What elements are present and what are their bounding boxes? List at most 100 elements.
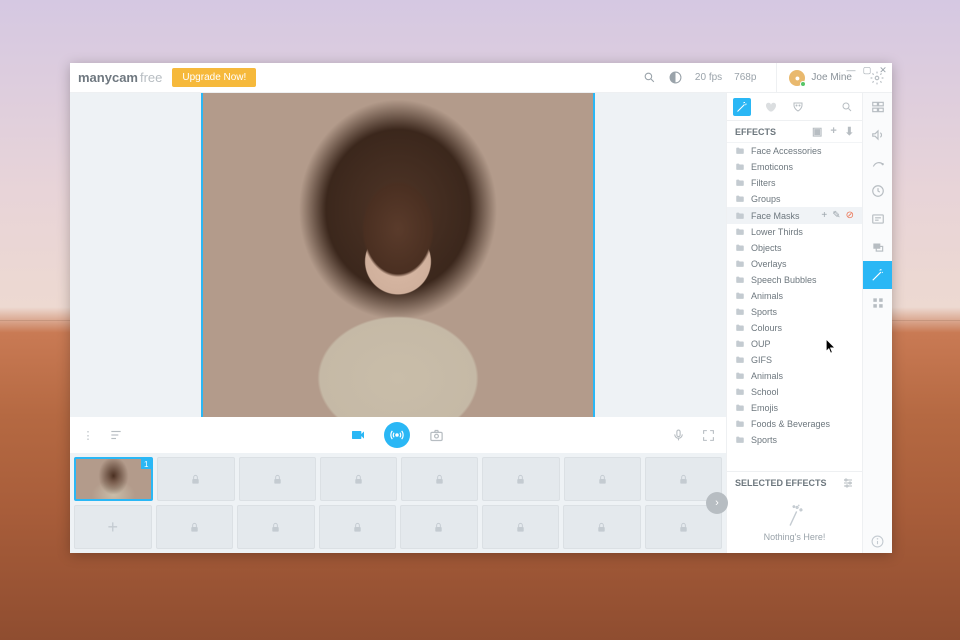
list-icon[interactable]: [108, 427, 124, 443]
effects-category[interactable]: Overlays: [727, 256, 862, 272]
preview-area: [70, 93, 726, 417]
logo-text-bold: manycam: [78, 70, 138, 85]
user-area[interactable]: ● Joe Mine: [776, 63, 852, 92]
preset-slot-locked[interactable]: [156, 505, 234, 549]
zoom-icon[interactable]: [643, 71, 657, 85]
preset-slot-locked[interactable]: [320, 457, 397, 501]
side-presets-icon[interactable]: [863, 93, 892, 121]
effects-category-label: Colours: [751, 323, 782, 333]
effects-category-label: Animals: [751, 291, 783, 301]
folder-icon: [735, 291, 745, 301]
camera-icon[interactable]: [350, 427, 366, 443]
preset-slot-locked[interactable]: [401, 457, 478, 501]
folder-icon: [735, 355, 745, 365]
app-body: ⋮: [70, 93, 892, 553]
effects-category[interactable]: Face Masks+✎⊘: [727, 207, 862, 224]
effects-category[interactable]: School: [727, 384, 862, 400]
lock-icon: [515, 522, 526, 533]
effects-category[interactable]: Sports: [727, 304, 862, 320]
effects-category[interactable]: Groups: [727, 191, 862, 207]
window-minimize-button[interactable]: —: [844, 65, 858, 79]
effects-category[interactable]: Filters: [727, 175, 862, 191]
effects-category[interactable]: Sports: [727, 432, 862, 448]
effects-category[interactable]: Emoticons: [727, 159, 862, 175]
window-close-button[interactable]: ✕: [876, 65, 890, 79]
folder-icon: [735, 194, 745, 204]
mask-tab-icon[interactable]: [789, 98, 807, 116]
preset-slot-locked[interactable]: [319, 505, 397, 549]
effects-category-label: Speech Bubbles: [751, 275, 817, 285]
mic-icon[interactable]: [670, 427, 686, 443]
effects-category-label: Emoticons: [751, 162, 793, 172]
preset-slot-locked[interactable]: [482, 505, 560, 549]
info-icon[interactable]: [863, 529, 892, 553]
effects-category[interactable]: Foods & Beverages: [727, 416, 862, 432]
add-effect-icon[interactable]: +: [830, 125, 836, 138]
preset-badge: 1: [141, 459, 151, 469]
side-draw-icon[interactable]: [863, 149, 892, 177]
side-time-icon[interactable]: [863, 177, 892, 205]
preset-slot-locked[interactable]: [563, 505, 641, 549]
top-stats: 20 fps 768p: [643, 71, 757, 85]
add-icon[interactable]: +: [821, 210, 827, 221]
lock-icon: [678, 522, 689, 533]
new-folder-icon[interactable]: ▣: [812, 125, 822, 138]
preset-slot-locked[interactable]: [157, 457, 234, 501]
fullscreen-icon[interactable]: [700, 427, 716, 443]
heart-tab-icon[interactable]: [761, 98, 779, 116]
effects-category[interactable]: Animals: [727, 368, 862, 384]
side-text-icon[interactable]: [863, 205, 892, 233]
effects-category[interactable]: Face Accessories: [727, 143, 862, 159]
snapshot-icon[interactable]: [428, 427, 444, 443]
search-icon[interactable]: [838, 98, 856, 116]
side-audio-icon[interactable]: [863, 121, 892, 149]
effects-category[interactable]: Emojis: [727, 400, 862, 416]
window-maximize-button[interactable]: ▢: [860, 65, 874, 79]
preset-slot-locked[interactable]: [564, 457, 641, 501]
preset-slot-locked[interactable]: [239, 457, 316, 501]
folder-icon: [735, 178, 745, 188]
preset-slot-add[interactable]: +: [74, 505, 152, 549]
resolution-label: 768p: [734, 72, 756, 83]
folder-icon: [735, 211, 745, 221]
preset-next-button[interactable]: ›: [706, 492, 728, 514]
brightness-icon[interactable]: [669, 71, 683, 85]
effects-category[interactable]: Objects: [727, 240, 862, 256]
preset-slot-1[interactable]: 1: [74, 457, 153, 501]
preset-slot-locked[interactable]: [482, 457, 559, 501]
effects-category[interactable]: GIFS: [727, 352, 862, 368]
effects-category[interactable]: Speech Bubbles: [727, 272, 862, 288]
lock-icon: [515, 474, 526, 485]
effects-category[interactable]: Animals: [727, 288, 862, 304]
effects-category-label: Face Accessories: [751, 146, 822, 156]
preset-slot-locked[interactable]: [237, 505, 315, 549]
edit-icon[interactable]: ✎: [832, 210, 840, 221]
side-toolbar: [862, 93, 892, 553]
preset-thumbnail: [76, 459, 151, 499]
sliders-icon[interactable]: [842, 477, 854, 489]
broadcast-button[interactable]: [384, 422, 410, 448]
preview-video: [203, 93, 593, 417]
avatar: ●: [789, 70, 805, 86]
wand-tab-icon[interactable]: [733, 98, 751, 116]
folder-icon: [735, 419, 745, 429]
side-overlay-icon[interactable]: [863, 233, 892, 261]
effects-category[interactable]: Colours: [727, 320, 862, 336]
download-icon[interactable]: ⬇: [845, 125, 854, 138]
folder-icon: [735, 275, 745, 285]
delete-icon[interactable]: ⊘: [846, 210, 854, 221]
effects-category-label: Groups: [751, 194, 781, 204]
effects-category[interactable]: Lower Thirds: [727, 224, 862, 240]
preset-slot-locked[interactable]: [400, 505, 478, 549]
menu-icon[interactable]: ⋮: [80, 427, 96, 443]
fps-label: 20 fps: [695, 72, 722, 83]
effects-list[interactable]: Face AccessoriesEmoticonsFiltersGroupsFa…: [727, 143, 862, 471]
logo: manycam free: [78, 70, 162, 85]
side-effects-icon[interactable]: [863, 261, 892, 289]
folder-icon: [735, 371, 745, 381]
logo-text-light: free: [140, 70, 162, 85]
preview-frame[interactable]: [201, 93, 595, 417]
side-widgets-icon[interactable]: [863, 289, 892, 317]
effects-category[interactable]: OUP: [727, 336, 862, 352]
upgrade-button[interactable]: Upgrade Now!: [172, 68, 256, 87]
